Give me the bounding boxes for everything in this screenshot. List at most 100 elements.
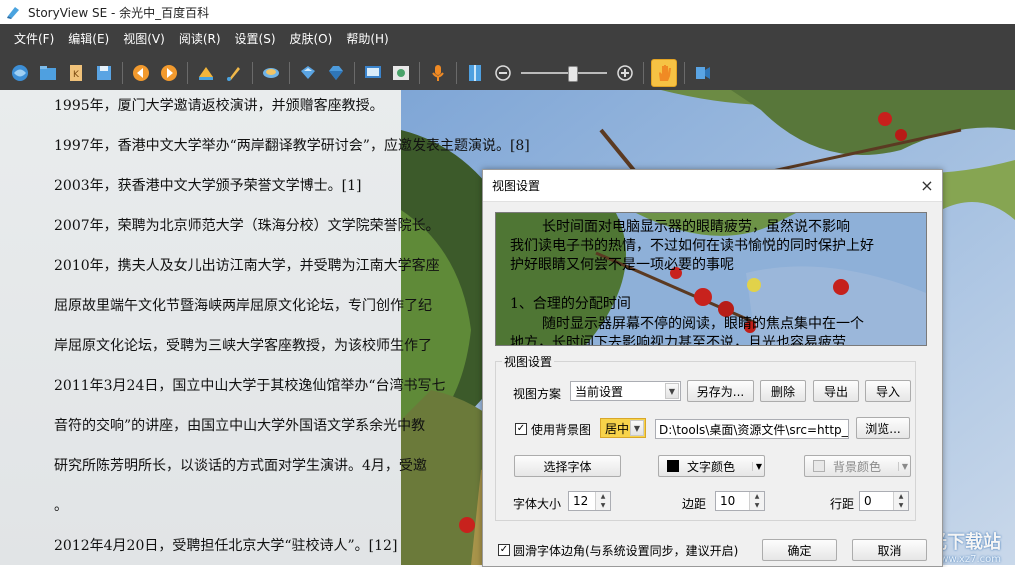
bg-color-button: 背景颜色 ▼ <box>804 455 911 477</box>
toolbar-separator <box>252 61 253 84</box>
toolbar-separator <box>122 61 123 84</box>
ok-button[interactable]: 确定 <box>762 539 837 561</box>
next-icon[interactable] <box>158 62 180 84</box>
app-logo-icon <box>7 7 19 19</box>
menu-bar: 文件(F) 编辑(E) 视图(V) 阅读(R) 设置(S) 皮肤(O) 帮助(H… <box>0 24 1015 55</box>
mirror-icon[interactable] <box>260 62 282 84</box>
cancel-button[interactable]: 取消 <box>852 539 927 561</box>
chevron-down-icon: ▼ <box>665 383 679 399</box>
zoom-slider-thumb[interactable] <box>568 65 579 82</box>
close-icon[interactable]: × <box>912 171 942 201</box>
content-line: 2007年，荣聘为北京师范大学（珠海分校）文学院荣誉院长。 <box>54 218 440 234</box>
browse-button[interactable]: 浏览... <box>856 417 910 439</box>
text-color-button[interactable]: 文字颜色 ▼ <box>658 455 765 477</box>
preview-box: 长时间面对电脑显示器的眼睛疲劳，虽然说不影响 我们读电子书的热情，不过如何在读书… <box>495 212 927 346</box>
group-label: 视图设置 <box>504 355 553 369</box>
menu-edit[interactable]: 编辑(E) <box>61 24 116 55</box>
preview-line: 地方，长时间下去影响视力甚至不说，且光也容易疲劳 <box>510 335 846 346</box>
open-folder-icon[interactable] <box>37 62 59 84</box>
zoom-slider-track <box>521 71 607 74</box>
toolbar-separator <box>187 61 188 84</box>
preview-line: 护好眼睛又何尝不是一项必要的事呢 <box>510 257 734 273</box>
scheme-label: 视图方案 <box>513 387 562 401</box>
chevron-down-icon: ▼ <box>630 420 644 436</box>
line-spacing-value: 0 <box>864 494 872 508</box>
scheme-select[interactable]: 当前设置 ▼ <box>570 381 681 401</box>
image-frame-icon[interactable] <box>390 62 412 84</box>
bg-path-field[interactable]: D:\tools\桌面\资源文件\src=http___ir <box>655 419 849 439</box>
text-color-label: 文字颜色 <box>687 459 736 474</box>
home-logo-icon[interactable] <box>9 62 31 84</box>
use-bg-label: 使用背景图 <box>531 423 592 437</box>
zoom-slider[interactable] <box>521 62 607 84</box>
text-color-swatch <box>667 460 679 472</box>
preview-line: 随时显示器屏幕不停的阅读，眼睛的焦点集中在一个 <box>542 316 864 332</box>
chevron-down-icon: ▼ <box>751 461 762 471</box>
gem-icon[interactable] <box>325 62 347 84</box>
export-button[interactable]: 导出 <box>813 380 859 402</box>
hand-icon[interactable] <box>651 58 677 87</box>
spinner-arrows-icon[interactable]: ▲ ▼ <box>595 492 610 510</box>
color-icon[interactable] <box>195 62 217 84</box>
dialog-title-bar: 视图设置 × <box>483 170 942 202</box>
toolbar-separator <box>684 61 685 84</box>
spinner-arrows-icon[interactable]: ▲ ▼ <box>749 492 764 510</box>
zoom-out-icon[interactable] <box>492 62 514 84</box>
content-line: 2010年，携夫人及女儿出访江南大学，并受聘为江南大学客座 <box>54 258 440 274</box>
window-title: StoryView SE - 余光中_百度百科 <box>28 5 210 20</box>
zoom-in-icon[interactable] <box>614 62 636 84</box>
line-spacing-label: 行距 <box>830 497 855 511</box>
toolbar-separator <box>643 61 644 84</box>
select-font-button[interactable]: 选择字体 <box>514 455 621 477</box>
preview-line: 我们读电子书的热情，不过如何在读书愉悦的同时保护上好 <box>510 238 874 254</box>
menu-skin[interactable]: 皮肤(O) <box>283 24 340 55</box>
menu-file[interactable]: 文件(F) <box>7 24 61 55</box>
delete-button[interactable]: 删除 <box>760 380 806 402</box>
font-size-spinner[interactable]: 12 ▲ ▼ <box>568 491 611 511</box>
menu-help[interactable]: 帮助(H) <box>339 24 395 55</box>
content-line: 2012年4月20日，受聘担任北京大学“驻校诗人”。[12] <box>54 538 398 554</box>
preview-line: 长时间面对电脑显示器的眼睛疲劳，虽然说不影响 <box>542 219 850 235</box>
line-spacing-spinner[interactable]: 0 ▲ ▼ <box>859 491 909 511</box>
chevron-down-icon: ▼ <box>897 461 908 471</box>
margin-spinner[interactable]: 10 ▲ ▼ <box>715 491 765 511</box>
use-bg-checkbox[interactable]: ✓ <box>515 423 527 435</box>
toolbar-separator <box>419 61 420 84</box>
margin-label: 边距 <box>682 497 707 511</box>
content-line: 。 <box>54 498 68 514</box>
smooth-font-checkbox[interactable]: ✓ <box>498 544 510 556</box>
import-button[interactable]: 导入 <box>865 380 911 402</box>
bg-color-label: 背景颜色 <box>833 459 882 474</box>
bg-color-swatch <box>813 460 825 472</box>
spinner-arrows-icon[interactable]: ▲ ▼ <box>893 492 908 510</box>
content-line: 研究所陈芳明所长，以谈话的方式面对学生演讲。4月，受邀 <box>54 458 427 474</box>
screen-icon[interactable] <box>362 62 384 84</box>
prev-icon[interactable] <box>130 62 152 84</box>
view-settings-dialog: 视图设置 × 长时间面对电脑显示器的眼睛疲劳，虽然说不影响 我们读电子书的热情，… <box>482 169 943 567</box>
font-size-label: 字体大小 <box>513 497 562 511</box>
toolbar-separator <box>456 61 457 84</box>
toolbar-separator <box>354 61 355 84</box>
toolbar-separator <box>289 61 290 84</box>
dialog-title: 视图设置 <box>492 179 541 193</box>
menu-settings[interactable]: 设置(S) <box>228 24 283 55</box>
smooth-font-label: 圆滑字体边角(与系统设置同步，建议开启) <box>513 544 739 558</box>
content-line: 1997年，香港中文大学举办“两岸翻译教学研讨会”，应邀发表主题演说。[8] <box>54 138 530 154</box>
menu-read[interactable]: 阅读(R) <box>172 24 228 55</box>
bookmark-icon[interactable]: K <box>65 62 87 84</box>
brush-icon[interactable] <box>223 62 245 84</box>
content-line: 1995年，厦门大学邀请返校演讲，并颁赠客座教授。 <box>54 98 384 114</box>
toolbar: K <box>0 55 1015 90</box>
preview-line: 1、合理的分配时间 <box>510 296 631 312</box>
read-aloud-icon[interactable] <box>692 62 714 84</box>
menu-view[interactable]: 视图(V) <box>116 24 172 55</box>
font-size-value: 12 <box>573 494 589 508</box>
content-line: 音符的交响”的讲座，由国立中山大学外国语文学系余光中教 <box>54 418 426 434</box>
column-icon[interactable] <box>464 62 486 84</box>
save-icon[interactable] <box>93 62 115 84</box>
paint-icon[interactable] <box>297 62 319 84</box>
mic-icon[interactable] <box>427 62 449 84</box>
scheme-value: 当前设置 <box>575 384 624 399</box>
bg-align-select[interactable]: 居中 ▼ <box>600 418 646 438</box>
save-as-button[interactable]: 另存为... <box>687 380 754 402</box>
